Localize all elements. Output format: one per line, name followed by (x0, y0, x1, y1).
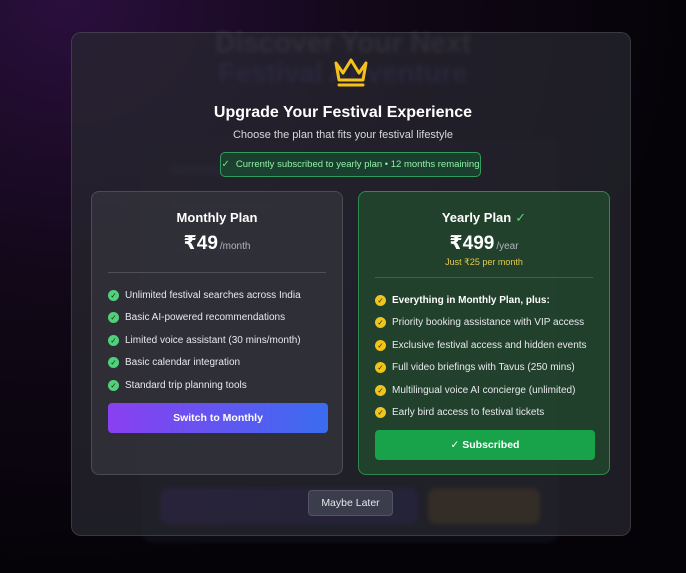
feature-item: ✓ Everything in Monthly Plan, plus: (375, 289, 587, 312)
check-circle-icon: ✓ (108, 379, 119, 391)
price-note: Just ₹25 per month (445, 257, 523, 267)
modal-title: Upgrade Your Festival Experience (213, 104, 473, 121)
current-plan-check-icon: ✓ (515, 210, 527, 225)
subscription-status-text: Currently subscribed to yearly plan • 12… (235, 159, 480, 170)
price-period: /year (496, 241, 519, 252)
check-circle-icon: ✓ (108, 312, 119, 324)
feature-item: ✓ Early bird access to festival tickets (375, 402, 587, 425)
price-amount: ₹49 (183, 233, 218, 254)
feature-text: Early bird access to festival tickets (392, 407, 545, 419)
plan-name: Yearly Plan (441, 210, 512, 225)
check-circle-icon: ✓ (375, 317, 386, 329)
check-circle-icon: ✓ (375, 294, 386, 306)
feature-item: ✓ Exclusive festival access and hidden ev… (375, 334, 587, 357)
feature-text: Unlimited festival searches across India (125, 289, 301, 301)
plan-price: ₹49/month (92, 232, 342, 255)
feature-item: ✓ Multilingual voice AI concierge (unlimi… (375, 379, 587, 402)
feature-text: Multilingual voice AI concierge (unlimit… (392, 384, 576, 396)
feature-text: Priority booking assistance with VIP acc… (392, 317, 585, 329)
monthly-plan-card: Monthly Plan ₹49/month ✓ Unlimited festiv… (91, 191, 343, 475)
check-circle-icon: ✓ (375, 384, 386, 396)
plan-price: ₹499/year (359, 232, 609, 255)
price-amount: ₹499 (449, 233, 495, 254)
feature-item: ✓ Unlimited festival searches across Indi… (108, 284, 301, 307)
feature-text: Standard trip planning tools (125, 379, 247, 391)
feature-item: ✓ Full video briefings with Tavus (250 mi… (375, 357, 587, 380)
feature-item: ✓ Basic AI-powered recommendations (108, 307, 301, 330)
feature-text: Full video briefings with Tavus (250 min… (392, 362, 575, 374)
feature-item: ✓ Priority booking assistance with VIP ac… (375, 312, 587, 335)
maybe-later-button[interactable]: Maybe Later (308, 490, 393, 516)
check-circle-icon: ✓ (108, 334, 119, 346)
check-circle-icon: ✓ (108, 289, 119, 301)
feature-list: ✓ Unlimited festival searches across Indi… (108, 284, 301, 397)
switch-to-monthly-button[interactable]: Switch to Monthly (108, 403, 328, 433)
check-icon: ✓ (221, 159, 230, 170)
feature-item: ✓ Standard trip planning tools (108, 374, 301, 397)
feature-item: ✓ Basic calendar integration (108, 352, 301, 375)
price-period: /month (219, 241, 251, 252)
feature-text: Exclusive festival access and hidden eve… (392, 339, 587, 351)
divider (375, 277, 593, 278)
subscription-status-badge: ✓ Currently subscribed to yearly plan • … (220, 152, 481, 177)
divider (108, 272, 326, 273)
feature-text: Basic calendar integration (125, 357, 241, 369)
yearly-plan-card: Yearly Plan ✓ ₹499/year Just ₹25 per mont… (358, 191, 610, 475)
check-circle-icon: ✓ (375, 407, 386, 419)
feature-list: ✓ Everything in Monthly Plan, plus: ✓ Prio… (375, 289, 587, 424)
subscribed-button[interactable]: ✓ Subscribed (375, 430, 595, 460)
check-circle-icon: ✓ (375, 339, 386, 351)
feature-item: ✓ Limited voice assistant (30 mins/month) (108, 329, 301, 352)
modal-subtitle: Choose the plan that fits your festival … (232, 129, 454, 141)
check-circle-icon: ✓ (375, 362, 386, 374)
feature-text: Everything in Monthly Plan, plus: (392, 294, 550, 306)
plan-name-row: Yearly Plan ✓ (359, 210, 609, 226)
plan-name: Monthly Plan (176, 210, 258, 225)
crown-icon (334, 58, 368, 87)
check-circle-icon: ✓ (108, 357, 119, 369)
feature-text: Limited voice assistant (30 mins/month) (125, 334, 301, 346)
feature-text: Basic AI-powered recommendations (125, 312, 286, 324)
